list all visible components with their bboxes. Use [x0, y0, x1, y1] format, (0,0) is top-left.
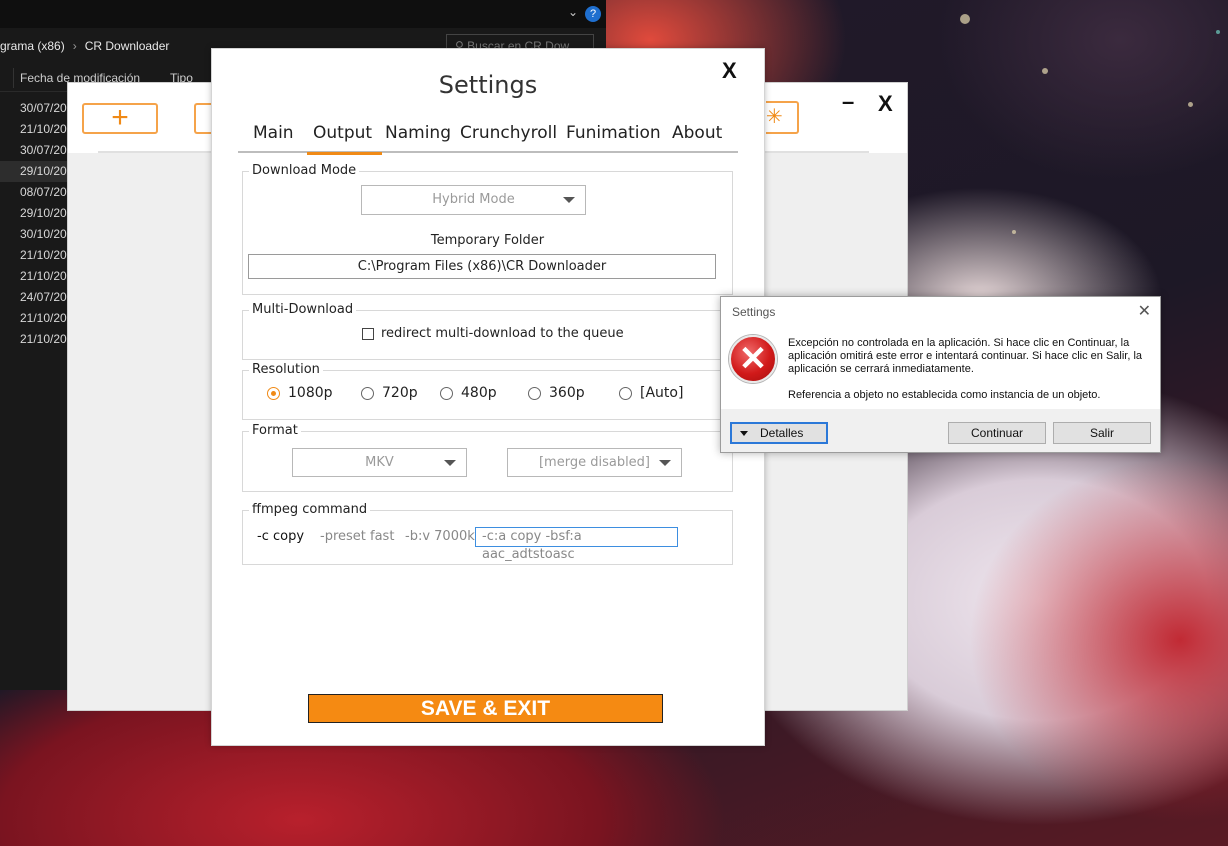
chevron-down-icon	[444, 460, 456, 466]
save-exit-button[interactable]: SAVE & EXIT	[308, 694, 663, 723]
group-label: Multi-Download	[249, 302, 357, 317]
group-label: Resolution	[249, 362, 323, 377]
resolution-group: Resolution 1080p 720p 480p 360p [Auto]	[242, 362, 733, 420]
explorer-titlebar: ⌄ ?	[0, 0, 606, 28]
radio-label: 1080p	[288, 385, 333, 401]
chevron-down-icon[interactable]: ⌄	[568, 5, 578, 19]
radio-720p[interactable]: 720p	[361, 385, 418, 401]
checkbox-label[interactable]: redirect multi-download to the queue	[381, 326, 624, 341]
select-value: [merge disabled]	[538, 455, 651, 470]
format-group: Format MKV [merge disabled]	[242, 423, 733, 492]
radio-360p[interactable]: 360p	[528, 385, 585, 401]
error-dialog-title: Settings	[732, 305, 776, 319]
ffmpeg-audio-input[interactable]: -c:a copy -bsf:a aac_adtstoasc	[475, 527, 678, 562]
wallpaper-sparkle	[1042, 68, 1048, 74]
multi-download-group: Multi-Download redirect multi-download t…	[242, 302, 733, 360]
chevron-down-icon	[740, 431, 748, 436]
wallpaper-sparkle	[1216, 30, 1220, 34]
close-button[interactable]: X	[722, 58, 737, 84]
minimize-button[interactable]: –	[842, 89, 856, 115]
add-button[interactable]: +	[82, 103, 158, 134]
group-label: Format	[249, 423, 301, 438]
chevron-down-icon	[659, 460, 671, 466]
error-dialog: Settings ✕ ✕ Excepción no controlada en …	[720, 296, 1161, 453]
toolbar-button-right[interactable]: ✳	[766, 101, 799, 134]
wallpaper-sparkle	[1012, 230, 1016, 234]
dialog-title: Settings	[438, 71, 538, 99]
chevron-down-icon	[563, 197, 575, 203]
radio-button[interactable]	[267, 386, 280, 400]
download-mode-select[interactable]: Hybrid Mode	[361, 185, 586, 215]
multi-download-checkbox[interactable]	[362, 328, 374, 340]
error-reference: Referencia a objeto no establecida como …	[788, 389, 1101, 401]
tab-crunchyroll[interactable]: Crunchyroll	[460, 123, 557, 153]
settings-dialog: Settings X Main Output Naming Crunchyrol…	[211, 48, 765, 746]
container-format-select[interactable]: MKV	[292, 448, 467, 477]
ffmpeg-option[interactable]: -preset fast	[320, 529, 394, 544]
radio-button[interactable]	[528, 386, 541, 400]
tab-main[interactable]: Main	[253, 123, 294, 153]
help-icon[interactable]: ?	[585, 6, 601, 22]
radio-button[interactable]	[440, 386, 453, 400]
wallpaper-sparkle	[1188, 102, 1193, 107]
exit-button[interactable]: Salir	[1053, 422, 1151, 444]
group-label: ffmpeg command	[249, 502, 371, 517]
tab-funimation[interactable]: Funimation	[566, 123, 661, 153]
radio-label: 720p	[382, 385, 418, 401]
ffmpeg-option[interactable]: -b:v 7000k	[405, 529, 475, 544]
radio-label: [Auto]	[640, 385, 684, 401]
ffmpeg-group: ffmpeg command -c copy -preset fast -b:v…	[242, 502, 733, 565]
temp-folder-input[interactable]: C:\Program Files (x86)\CR Downloader	[248, 254, 716, 279]
download-mode-group: Download Mode Hybrid Mode Temporary Fold…	[242, 163, 733, 295]
radio-480p[interactable]: 480p	[440, 385, 497, 401]
radio-button[interactable]	[361, 386, 374, 400]
continue-button[interactable]: Continuar	[948, 422, 1046, 444]
error-message: Excepción no controlada en la aplicación…	[788, 337, 1143, 375]
error-titlebar: Settings ✕	[721, 297, 1160, 327]
wallpaper-sparkle	[960, 14, 970, 24]
radio-auto[interactable]: [Auto]	[619, 385, 683, 401]
error-icon: ✕	[729, 335, 777, 383]
details-label: Detalles	[760, 426, 804, 440]
tab-output[interactable]: Output	[306, 123, 383, 155]
breadcrumb-part[interactable]: CR Downloader	[85, 39, 170, 53]
tab-about[interactable]: About	[672, 123, 722, 153]
settings-tabs: Main Output Naming Crunchyroll Funimatio…	[238, 119, 738, 155]
breadcrumb-part[interactable]: grama (x86)	[0, 39, 65, 53]
group-label: Download Mode	[249, 163, 360, 178]
column-divider[interactable]	[0, 67, 14, 88]
temp-folder-label: Temporary Folder	[430, 233, 545, 248]
error-body: ✕ Excepción no controlada en la aplicaci…	[721, 327, 1160, 409]
radio-button[interactable]	[619, 386, 632, 400]
merge-select[interactable]: [merge disabled]	[507, 448, 682, 477]
chevron-right-icon: ›	[72, 39, 77, 53]
select-value: Hybrid Mode	[432, 192, 515, 207]
radio-label: 360p	[549, 385, 585, 401]
close-button[interactable]: X	[878, 91, 893, 117]
ffmpeg-option[interactable]: -c copy	[257, 529, 304, 544]
tab-naming[interactable]: Naming	[385, 123, 451, 153]
radio-1080p[interactable]: 1080p	[267, 385, 333, 401]
radio-label: 480p	[461, 385, 497, 401]
close-icon[interactable]: ✕	[1138, 301, 1151, 321]
select-value: MKV	[365, 455, 394, 470]
details-button[interactable]: Detalles	[730, 422, 828, 444]
settings-gear-icon: ✳	[766, 106, 783, 128]
